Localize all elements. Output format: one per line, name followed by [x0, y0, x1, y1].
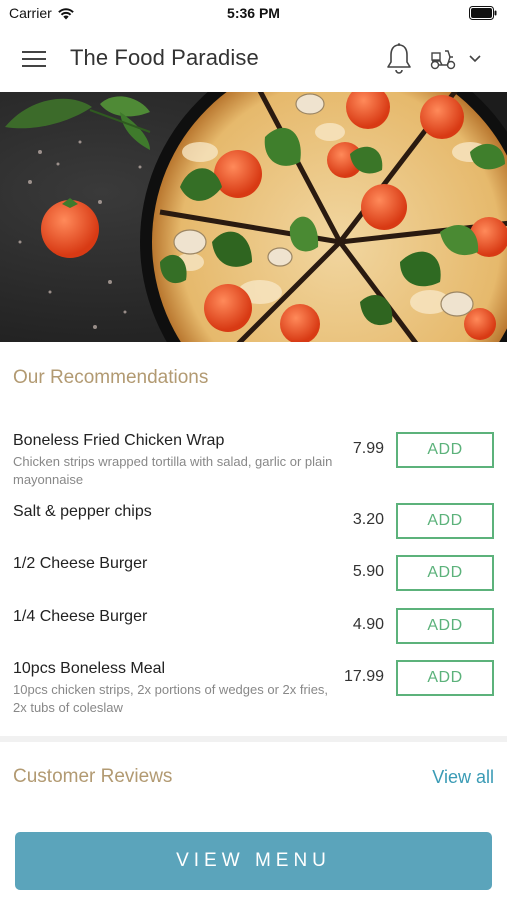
- item-description: 10pcs chicken strips, 2x portions of wed…: [13, 682, 329, 715]
- add-button[interactable]: ADD: [396, 555, 494, 591]
- battery-icon: [469, 6, 497, 20]
- hamburger-menu-icon[interactable]: [22, 48, 48, 70]
- item-price: 4.90: [352, 616, 384, 633]
- status-bar: Carrier 5:36 PM: [0, 0, 507, 28]
- delivery-mode-selector[interactable]: [428, 46, 492, 72]
- item-name: 1/2 Cheese Burger: [13, 555, 148, 572]
- reviews-title: Customer Reviews: [13, 766, 173, 787]
- item-description: Chicken strips wrapped tortilla with sal…: [13, 454, 333, 487]
- add-button[interactable]: ADD: [396, 432, 494, 468]
- view-all-reviews-link[interactable]: View all: [432, 767, 494, 788]
- pizza-photo: [0, 92, 507, 342]
- page-title: The Food Paradise: [70, 45, 259, 70]
- view-menu-button[interactable]: VIEW MENU: [15, 832, 492, 890]
- app-header: The Food Paradise: [0, 28, 507, 92]
- item-name: 1/4 Cheese Burger: [13, 608, 148, 625]
- status-time: 5:36 PM: [227, 5, 280, 21]
- add-button[interactable]: ADD: [396, 608, 494, 644]
- item-price: 3.20: [352, 511, 384, 528]
- item-price: 17.99: [343, 668, 384, 685]
- add-button[interactable]: ADD: [396, 660, 494, 696]
- recommendations-title: Our Recommendations: [13, 367, 209, 388]
- item-name: Salt & pepper chips: [13, 503, 152, 520]
- add-button[interactable]: ADD: [396, 503, 494, 539]
- item-name: Boneless Fried Chicken Wrap: [13, 432, 225, 449]
- chevron-down-icon: [469, 55, 481, 63]
- item-price: 7.99: [352, 440, 384, 457]
- hero-image: [0, 92, 507, 342]
- section-divider: [0, 736, 507, 742]
- bell-icon[interactable]: [384, 42, 414, 76]
- item-name: 10pcs Boneless Meal: [13, 660, 166, 677]
- item-price: 5.90: [352, 563, 384, 580]
- scooter-icon: [430, 50, 456, 70]
